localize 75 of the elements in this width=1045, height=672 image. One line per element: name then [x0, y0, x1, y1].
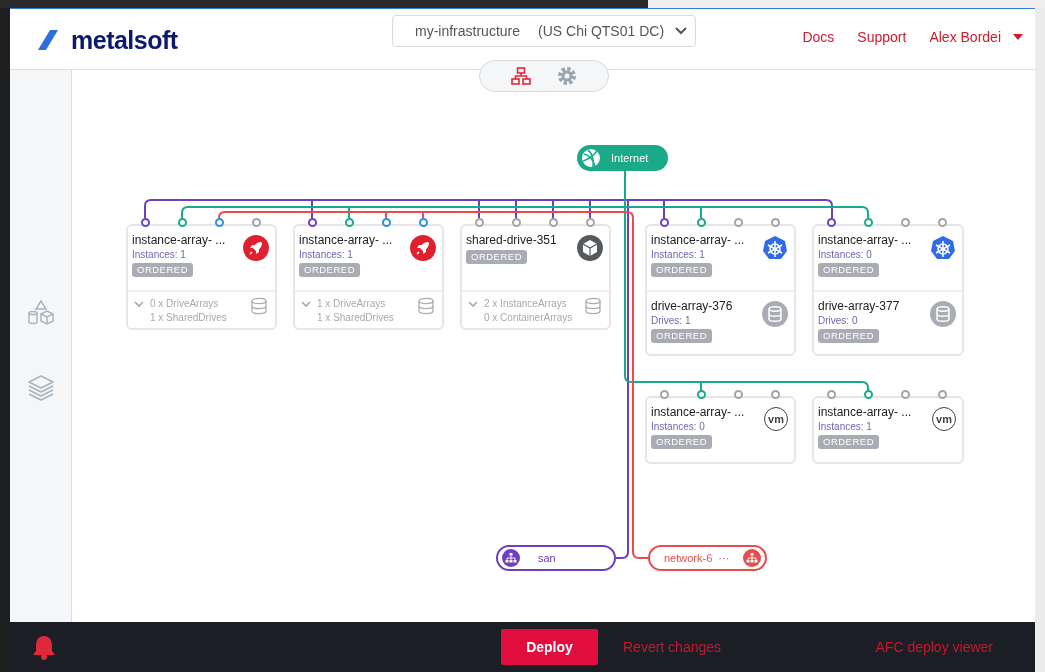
database-icon [762, 301, 788, 327]
logo-text: metalsoft [71, 28, 178, 52]
chevron-down-icon [675, 27, 687, 35]
instance-array-card[interactable]: instance-array- ... Instances: 0 ORDERED vm [645, 396, 796, 464]
status-badge: ORDERED [299, 263, 360, 277]
summary-text: 1 x SharedDrives [317, 311, 395, 325]
layers-icon [26, 373, 55, 401]
rocket-icon [410, 235, 436, 261]
summary-text: 2 x InstanceArrays [484, 297, 568, 311]
node-detail: Instances: 1 [651, 248, 705, 261]
database-icon [251, 297, 267, 315]
node-title: instance-array- ... [818, 233, 912, 248]
layers-button[interactable] [25, 372, 56, 402]
diagram-icon [511, 67, 531, 85]
deploy-button[interactable]: Deploy [501, 629, 598, 665]
node-detail: Drives: 1 [651, 314, 691, 327]
status-badge: ORDERED [818, 435, 879, 449]
node-title: drive-array-376 [651, 299, 733, 314]
instance-array-card[interactable]: instance-array- ... Instances: 1 ORDERED vm [812, 396, 964, 464]
globe-icon [581, 148, 601, 168]
instance-array-card[interactable]: instance-array- ... Instances: 1 ORDERED 1 x DriveArrays 1 x SharedDrives [293, 224, 444, 330]
header-link[interactable]: Support [857, 29, 907, 45]
node-detail: Instances: 1 [818, 420, 872, 433]
rocket-icon [243, 235, 269, 261]
summary-text: 1 x DriveArrays [317, 297, 387, 311]
resources-button[interactable] [25, 298, 56, 328]
node-title: instance-array- ... [818, 405, 912, 420]
shapes-icon [26, 299, 55, 327]
network-icon [502, 549, 520, 567]
status-badge: ORDERED [466, 250, 527, 264]
node-title: instance-array- ... [651, 233, 745, 248]
cube-icon [577, 235, 603, 261]
status-badge: ORDERED [818, 263, 879, 277]
status-badge: ORDERED [651, 263, 712, 277]
node-detail: Instances: 0 [651, 420, 705, 433]
status-badge: ORDERED [818, 329, 879, 343]
node-detail: Instances: 0 [818, 248, 872, 261]
instance-array-card[interactable]: instance-array- ... Instances: 1 ORDERED 0 x DriveArrays 1 x SharedDrives [126, 224, 277, 330]
node-title: instance-array- ... [651, 405, 745, 420]
user-menu[interactable]: Alex Bordei [929, 29, 1023, 45]
node-detail: Instances: 1 [132, 248, 186, 261]
wheel-icon [930, 235, 956, 261]
infrastructure-select[interactable]: my-infrastructure (US Chi QTS01 DC) [392, 15, 696, 47]
shared-drive-card[interactable]: shared-drive-351 ORDERED 2 x InstanceArrays 0 x ContainerArrays [460, 224, 611, 330]
chevron-down-icon [301, 301, 311, 308]
network-node[interactable]: network-6 ··· [648, 545, 767, 571]
database-icon [930, 301, 956, 327]
status-badge: ORDERED [651, 435, 712, 449]
settings-icon [557, 66, 577, 86]
summary-text: 0 x ContainerArrays [484, 311, 574, 325]
settings-tab[interactable] [556, 65, 578, 87]
database-icon [418, 297, 434, 315]
bell-icon[interactable] [32, 634, 56, 660]
status-badge: ORDERED [651, 329, 712, 343]
logo-icon [38, 30, 58, 50]
status-badge: ORDERED [132, 263, 193, 277]
diagram-tab[interactable] [510, 65, 532, 87]
node-detail: Instances: 1 [299, 248, 353, 261]
wheel-icon [762, 235, 788, 261]
network-icon [743, 549, 761, 567]
node-detail: Drives: 0 [818, 314, 858, 327]
network-node[interactable]: san [496, 545, 616, 571]
instance-array-card[interactable]: instance-array- ... Instances: 1 ORDERED drive-array-376 Drives: 1 ORDERED [645, 224, 796, 356]
header-link[interactable]: Docs [802, 29, 835, 45]
node-title: instance-array- ... [299, 233, 393, 248]
instance-array-card[interactable]: instance-array- ... Instances: 0 ORDERED drive-array-377 Drives: 0 ORDERED [812, 224, 964, 356]
caret-icon [1013, 34, 1023, 40]
node-title: drive-array-377 [818, 299, 900, 314]
chevron-down-icon [468, 301, 478, 308]
node-title: shared-drive-351 [466, 233, 557, 248]
chevron-down-icon [134, 301, 144, 308]
summary-text: 0 x DriveArrays [150, 297, 220, 311]
database-icon [585, 297, 601, 315]
summary-text: 1 x SharedDrives [150, 311, 228, 325]
node-title: instance-array- ... [132, 233, 226, 248]
